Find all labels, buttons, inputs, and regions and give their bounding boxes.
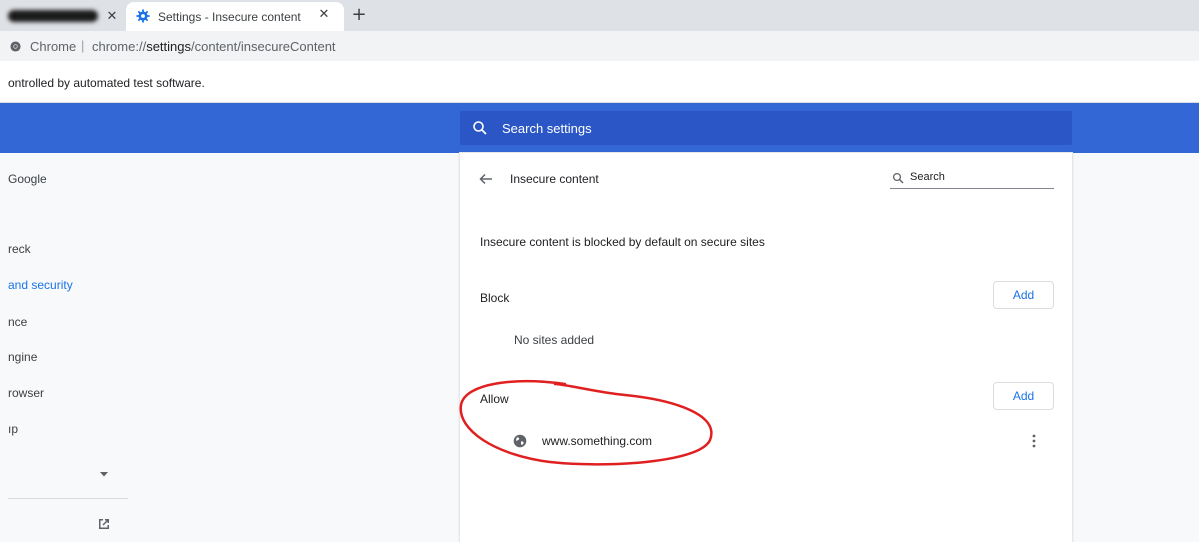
site-chip: Chrome	[30, 39, 77, 54]
url-text[interactable]: chrome://settings/content/insecureConten…	[92, 39, 336, 54]
tab-title: Settings - Insecure content	[158, 10, 301, 24]
sidebar-item-safety-check[interactable]: reck	[8, 242, 31, 256]
url-host: settings	[146, 39, 191, 54]
redacted-title	[8, 10, 98, 22]
sidebar-item-privacy[interactable]: and security	[8, 278, 73, 292]
new-tab-button[interactable]: +	[348, 4, 370, 26]
sidebar-item-google[interactable]: Google	[8, 172, 47, 186]
sidebar-item-default-browser[interactable]: rowser	[8, 386, 44, 400]
block-empty-message: No sites added	[514, 333, 595, 347]
automation-infobar: ontrolled by automated test software.	[0, 61, 1199, 103]
gear-icon	[136, 9, 150, 23]
close-icon[interactable]: ✕	[104, 9, 120, 25]
add-allow-button[interactable]: Add	[993, 382, 1054, 410]
tab-settings[interactable]: Settings - Insecure content ✕	[126, 2, 344, 31]
open-in-new-icon[interactable]	[96, 516, 112, 532]
back-arrow-icon[interactable]	[478, 171, 494, 187]
chrome-icon	[10, 41, 21, 52]
search-icon	[892, 172, 904, 184]
search-icon	[473, 121, 487, 135]
page-title: Insecure content	[510, 172, 599, 186]
search-settings-input[interactable]: Search settings	[460, 111, 1072, 145]
search-input[interactable]: Search	[890, 170, 1054, 189]
sidebar-item-startup[interactable]: ıp	[8, 422, 18, 436]
search-placeholder: Search settings	[502, 121, 592, 136]
more-actions-icon[interactable]	[1026, 432, 1042, 450]
close-icon[interactable]: ✕	[316, 7, 332, 23]
infobar-text: ontrolled by automated test software.	[8, 76, 205, 90]
block-label: Block	[480, 291, 510, 305]
chevron-down-icon[interactable]	[99, 469, 109, 479]
red-circle-annotation	[459, 379, 713, 466]
search-placeholder: Search	[910, 171, 945, 183]
add-block-button[interactable]: Add	[993, 281, 1054, 309]
sidebar-item-search-engine[interactable]: ngine	[8, 350, 37, 364]
tab-strip: ✕ Settings - Insecure content ✕ +	[0, 0, 1199, 31]
address-bar[interactable]: Chrome | chrome://settings/content/insec…	[0, 31, 1199, 61]
sidebar: Google reck and security nce ngine rowse…	[0, 153, 130, 542]
sidebar-item-appearance[interactable]: nce	[8, 315, 27, 329]
sidebar-divider	[8, 498, 128, 499]
settings-header: Search settings	[0, 103, 1199, 153]
insecure-content-card: Insecure content Search Insecure content…	[460, 153, 1072, 542]
omnibox-separator: |	[81, 38, 85, 53]
tab-redacted[interactable]: ✕	[0, 4, 126, 31]
description-text: Insecure content is blocked by default o…	[480, 235, 765, 249]
url-path: /content/insecureContent	[191, 39, 336, 54]
url-prefix: chrome://	[92, 39, 147, 54]
